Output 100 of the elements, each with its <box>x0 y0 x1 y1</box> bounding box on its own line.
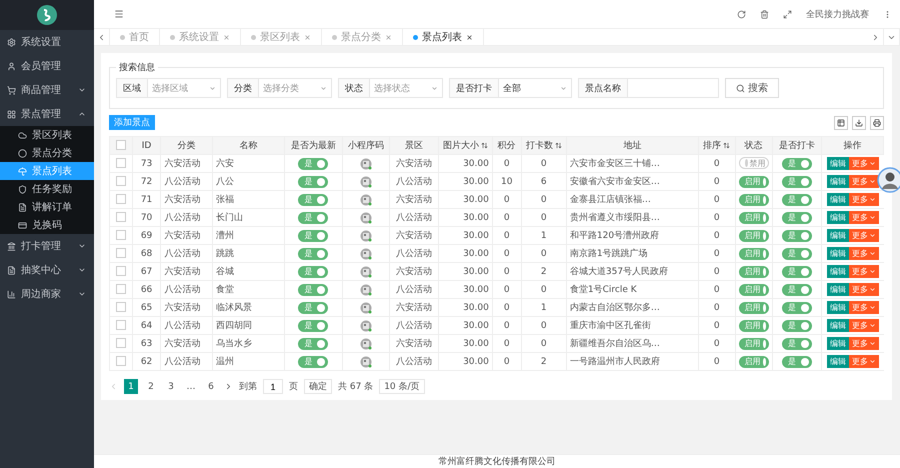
edit-button[interactable]: 编辑 <box>826 265 849 278</box>
toggle-switch[interactable]: 启用 <box>738 194 769 206</box>
page-tab[interactable]: 系统设置 <box>160 29 241 45</box>
sidebar-item[interactable]: 系统设置 <box>0 30 94 54</box>
toggle-switch[interactable]: 是 <box>782 266 812 278</box>
toggle-switch[interactable]: 是 <box>782 212 812 224</box>
checkbox[interactable] <box>116 176 126 186</box>
sidebar-subitem[interactable]: 兑换码 <box>0 216 94 234</box>
page-tab[interactable]: 景区列表 <box>241 29 322 45</box>
more-button[interactable]: 更多 <box>848 175 879 188</box>
checkbox[interactable] <box>116 212 126 222</box>
checkbox[interactable] <box>116 284 126 294</box>
toggle-switch[interactable]: 启用 <box>738 248 769 260</box>
sidebar-subitem[interactable]: 任务奖励 <box>0 180 94 198</box>
toggle-switch[interactable]: 是 <box>298 194 328 206</box>
toggle-switch[interactable]: 启用 <box>738 302 769 314</box>
confirm-button[interactable]: 确定 <box>304 379 332 394</box>
toggle-switch[interactable]: 启用 <box>738 266 769 278</box>
page-tab[interactable]: 首页 <box>110 29 160 45</box>
sidebar-subitem[interactable]: 讲解订单 <box>0 198 94 216</box>
toggle-switch[interactable]: 是 <box>298 320 328 332</box>
toggle-switch[interactable]: 是 <box>298 338 328 350</box>
more-button[interactable]: 更多 <box>848 301 879 314</box>
toggle-switch[interactable]: 是 <box>782 158 812 170</box>
page-size-select[interactable]: 10 条/页 <box>379 379 425 394</box>
more-button[interactable]: 更多 <box>848 337 879 350</box>
trash-icon[interactable] <box>760 10 769 18</box>
more-button[interactable]: 更多 <box>848 283 879 296</box>
export-button[interactable] <box>852 116 866 130</box>
toggle-switch[interactable]: 是 <box>782 338 812 350</box>
edit-button[interactable]: 编辑 <box>826 229 849 242</box>
checkbox[interactable] <box>116 194 126 204</box>
toggle-switch[interactable]: 是 <box>298 248 328 260</box>
checkbox[interactable] <box>116 248 126 258</box>
sidebar-item[interactable]: 商品管理 <box>0 78 94 102</box>
edit-button[interactable]: 编辑 <box>826 301 849 314</box>
page-tab[interactable]: 景点分类 <box>322 29 403 45</box>
toggle-switch[interactable]: 启用 <box>738 176 769 188</box>
sidebar-item[interactable]: 打卡管理 <box>0 234 94 258</box>
edit-button[interactable]: 编辑 <box>826 283 849 296</box>
toggle-switch[interactable]: 是 <box>298 356 328 368</box>
columns-button[interactable] <box>834 116 848 130</box>
edit-button[interactable]: 编辑 <box>826 355 849 368</box>
edit-button[interactable]: 编辑 <box>826 337 849 350</box>
toggle-switch[interactable]: 是 <box>298 176 328 188</box>
toggle-switch[interactable]: 是 <box>298 266 328 278</box>
column-header[interactable]: 图片大小 <box>438 136 492 154</box>
page-tab[interactable]: 景点列表 <box>403 29 484 45</box>
sidebar-subitem[interactable]: 景点分类 <box>0 144 94 162</box>
toggle-switch[interactable]: 是 <box>782 230 812 242</box>
avatar[interactable] <box>877 167 900 193</box>
column-header[interactable]: 排序 <box>698 136 736 154</box>
toggle-switch[interactable]: 是 <box>298 302 328 314</box>
user-menu[interactable]: 全民接力挑战赛 <box>806 8 869 20</box>
sidebar-item[interactable]: 抽奖中心 <box>0 258 94 282</box>
menu-icon[interactable] <box>114 9 124 19</box>
edit-button[interactable]: 编辑 <box>826 247 849 260</box>
page-button[interactable]: 6 <box>204 379 218 394</box>
more-button[interactable]: 更多 <box>848 355 879 368</box>
more-button[interactable]: 更多 <box>848 157 879 170</box>
toggle-switch[interactable]: 是 <box>782 194 812 206</box>
toggle-switch[interactable]: 是 <box>782 284 812 296</box>
toggle-switch[interactable]: 是 <box>782 248 812 260</box>
checkbox[interactable] <box>116 302 126 312</box>
checkbox[interactable] <box>116 140 126 150</box>
toggle-switch[interactable]: 是 <box>298 230 328 242</box>
checkbox[interactable] <box>116 338 126 348</box>
more-button[interactable]: 更多 <box>848 211 879 224</box>
toggle-switch[interactable]: 启用 <box>738 356 769 368</box>
edit-button[interactable]: 编辑 <box>826 211 849 224</box>
more-button[interactable]: 更多 <box>848 247 879 260</box>
toggle-switch[interactable]: 是 <box>782 302 812 314</box>
toggle-switch[interactable]: 是 <box>782 176 812 188</box>
sidebar-item[interactable]: 周边商家 <box>0 282 94 306</box>
toggle-switch[interactable]: 是 <box>782 356 812 368</box>
more-button[interactable]: 更多 <box>848 229 879 242</box>
toggle-switch[interactable]: 是 <box>782 320 812 332</box>
toggle-switch[interactable]: 启用 <box>738 212 769 224</box>
sort-icon[interactable] <box>481 142 488 150</box>
next-page-icon[interactable] <box>224 382 233 391</box>
sort-icon[interactable] <box>554 142 562 150</box>
toggle-switch[interactable]: 是 <box>298 158 328 170</box>
toggle-switch[interactable]: 是 <box>298 284 328 296</box>
column-header[interactable]: 打卡数 <box>521 136 566 154</box>
sidebar-item[interactable]: 景点管理 <box>0 102 94 126</box>
page-button[interactable]: 3 <box>164 379 178 394</box>
page-button[interactable]: 2 <box>144 379 158 394</box>
sidebar-subitem[interactable]: 景点列表 <box>0 162 94 180</box>
edit-button[interactable]: 编辑 <box>826 175 849 188</box>
checkbox[interactable] <box>116 230 126 240</box>
search-button[interactable]: 搜索 <box>725 78 779 98</box>
toggle-switch[interactable]: 是 <box>298 212 328 224</box>
more-button[interactable]: 更多 <box>848 265 879 278</box>
more-button[interactable]: 更多 <box>848 319 879 332</box>
checkbox[interactable] <box>116 356 126 366</box>
toggle-switch[interactable]: 启用 <box>738 230 769 242</box>
print-button[interactable] <box>870 116 884 130</box>
fullscreen-icon[interactable] <box>783 10 792 18</box>
add-button[interactable]: 添加景点 <box>109 115 155 130</box>
more-button[interactable]: 更多 <box>848 193 879 206</box>
